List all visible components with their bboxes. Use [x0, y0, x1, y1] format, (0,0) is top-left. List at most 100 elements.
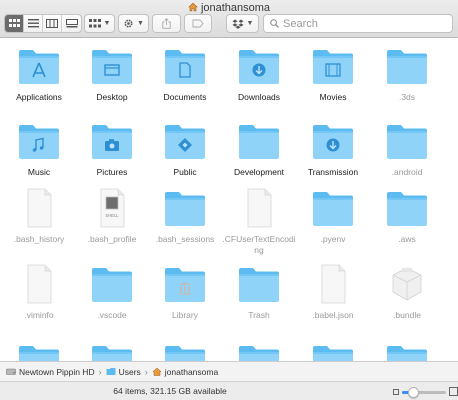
item-label: Downloads: [237, 92, 281, 102]
column-view-icon: [46, 19, 58, 28]
path-label-disk: Newtown Pippin HD: [19, 366, 95, 377]
item-label: Desktop: [96, 92, 128, 102]
item-label: Applications: [16, 92, 62, 102]
folder-icon: [239, 125, 279, 159]
path-item-users[interactable]: Users: [106, 367, 141, 377]
file-item-bash-profile[interactable]: SHELL .bash_profile: [75, 188, 149, 245]
item-label: Music: [27, 167, 51, 177]
file-item-viminfo[interactable]: .viminfo: [2, 264, 76, 321]
folder-item-item-24[interactable]: [2, 342, 76, 361]
home-icon: [188, 2, 198, 12]
file-item-bash-history[interactable]: .bash_history: [2, 188, 76, 245]
folder-item-documents[interactable]: Documents: [148, 46, 222, 103]
folder-item-public[interactable]: Public: [148, 121, 222, 178]
share-button[interactable]: [152, 14, 181, 33]
item-label: Transmission: [307, 167, 359, 177]
dropbox-button[interactable]: ▼: [226, 14, 259, 33]
folder-item-aws[interactable]: .aws: [370, 188, 444, 245]
item-label: .android: [391, 167, 423, 177]
folder-item-desktop[interactable]: Desktop: [75, 46, 149, 103]
folder-icon: [239, 346, 279, 361]
folder-item-pyenv[interactable]: .pyenv: [296, 188, 370, 245]
window-titlebar: jonathansoma ▼ ▼ ▼ Search: [0, 0, 458, 38]
svg-text:SHELL: SHELL: [105, 213, 119, 218]
file-grid: Applications Desktop Documents Downloads Mov…: [0, 38, 458, 361]
folder-item-item-26[interactable]: [148, 342, 222, 361]
folder-item-3ds[interactable]: .3ds: [370, 46, 444, 103]
item-label: Library: [172, 310, 198, 320]
chevron-down-icon: ▼: [103, 20, 111, 27]
folder-item-vscode[interactable]: .vscode: [75, 264, 149, 321]
bundle-icon: [392, 267, 422, 301]
folder-icon: [19, 125, 59, 159]
cover-flow-icon: [65, 19, 78, 28]
path-item-disk[interactable]: Newtown Pippin HD: [6, 367, 95, 377]
folder-icon: [92, 268, 132, 302]
folder-item-item-25[interactable]: [75, 342, 149, 361]
dropbox-icon: [232, 19, 244, 29]
item-label: Movies: [319, 92, 347, 102]
icon-view-button[interactable]: [5, 15, 24, 32]
file-item-cfusertextencoding[interactable]: .CFUserTextEncoding: [222, 188, 296, 255]
search-input[interactable]: [283, 17, 433, 30]
chevron-down-icon: ▼: [137, 20, 144, 27]
list-view-icon: [27, 19, 39, 28]
folder-icon: [165, 346, 205, 361]
item-label: .pyenv: [320, 234, 346, 244]
search-icon: [270, 19, 279, 28]
item-label: Trash: [248, 310, 270, 320]
file-icon: [27, 264, 52, 304]
action-button[interactable]: ▼: [118, 14, 149, 33]
column-view-button[interactable]: [43, 15, 62, 32]
folder-item-development[interactable]: Development: [222, 121, 296, 178]
file-icon: [321, 264, 346, 304]
search-field[interactable]: [263, 14, 453, 33]
large-icon-size-icon: [449, 387, 458, 396]
cover-flow-view-button[interactable]: [62, 15, 81, 32]
folder-icon: [165, 192, 205, 226]
folder-icon: [165, 125, 205, 159]
chevron-down-icon: ▼: [246, 20, 254, 27]
folder-item-item-29[interactable]: [370, 342, 444, 361]
folder-item-bash-sessions[interactable]: .bash_sessions: [148, 188, 222, 245]
bundle-item-bundle[interactable]: .bundle: [370, 264, 444, 321]
item-label: Public: [173, 167, 197, 177]
icon-size-slider[interactable]: [402, 387, 446, 398]
path-item-home[interactable]: jonathansoma: [152, 367, 218, 377]
icon-size-slider-knob[interactable]: [407, 387, 419, 398]
folder-item-transmission[interactable]: Transmission: [296, 121, 370, 178]
tag-icon: [192, 19, 204, 28]
folder-item-item-27[interactable]: [222, 342, 296, 361]
item-label: .bash_sessions: [155, 234, 215, 244]
folder-icon: [239, 50, 279, 84]
folder-item-music[interactable]: Music: [2, 121, 76, 178]
folder-item-library[interactable]: Library: [148, 264, 222, 321]
path-label-users: Users: [118, 366, 141, 377]
arrange-button[interactable]: ▼: [84, 14, 115, 33]
arrange-icon: [88, 19, 101, 28]
share-icon: [162, 18, 171, 29]
folder-item-pictures[interactable]: Pictures: [75, 121, 149, 178]
folder-icon: [165, 50, 205, 84]
folder-item-android[interactable]: .android: [370, 121, 444, 178]
folder-icon: [313, 50, 353, 84]
folder-item-item-28[interactable]: [296, 342, 370, 361]
folder-item-movies[interactable]: Movies: [296, 46, 370, 103]
folder-item-applications[interactable]: Applications: [2, 46, 76, 103]
folder-icon: [387, 50, 427, 84]
tags-button[interactable]: [184, 14, 212, 33]
chevron-right-icon: ›: [144, 366, 148, 377]
gear-icon: [124, 19, 133, 28]
item-label: Documents: [163, 92, 207, 102]
item-label: .bash_history: [13, 234, 65, 244]
list-view-button[interactable]: [24, 15, 43, 32]
folder-item-downloads[interactable]: Downloads: [222, 46, 296, 103]
folder-icon: [92, 50, 132, 84]
icon-view-icon: [8, 19, 20, 27]
file-item-babel-json[interactable]: .babel.json: [296, 264, 370, 321]
folder-item-trash[interactable]: Trash: [222, 264, 296, 321]
folder-icon: [313, 125, 353, 159]
view-mode-control: [4, 14, 82, 33]
path-bar: Newtown Pippin HD › Users › jonathansoma: [0, 361, 458, 381]
folder-icon: [165, 268, 205, 302]
